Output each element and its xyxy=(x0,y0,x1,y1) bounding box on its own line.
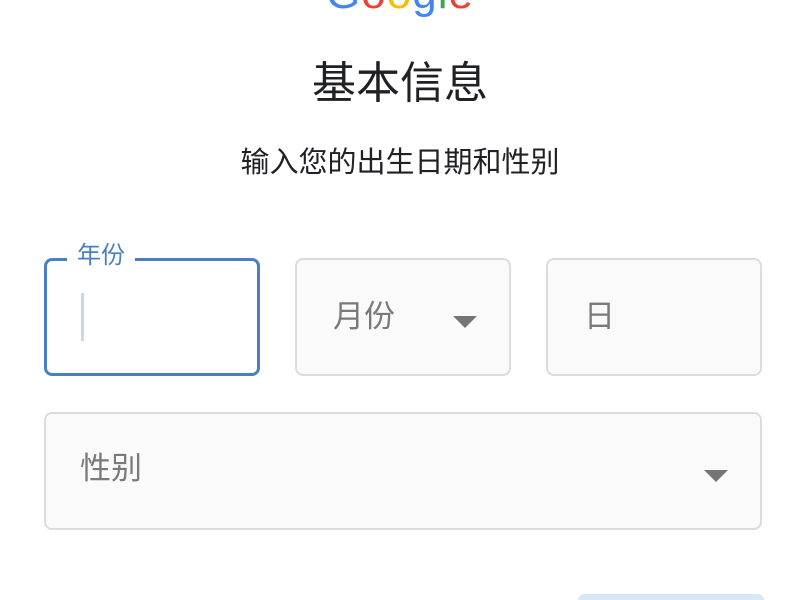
dropdown-arrow-icon xyxy=(704,470,728,482)
page-title: 基本信息 xyxy=(312,58,488,109)
dropdown-arrow-icon xyxy=(453,316,477,328)
logo-letter: l xyxy=(438,0,449,18)
logo-letter: e xyxy=(448,0,473,18)
logo-letter: G xyxy=(326,0,361,18)
basic-info-page: Google 基本信息 输入您的出生日期和性别 年份 月份 日 性别 xyxy=(0,0,800,600)
year-label: 年份 xyxy=(67,235,135,275)
month-select[interactable]: 月份 xyxy=(295,258,511,376)
gender-select[interactable]: 性别 xyxy=(44,412,762,530)
google-logo: Google xyxy=(326,0,476,18)
logo-letter: o xyxy=(361,0,386,18)
day-placeholder: 日 xyxy=(584,299,615,335)
page-subtitle: 输入您的出生日期和性别 xyxy=(240,145,560,179)
gender-placeholder: 性别 xyxy=(80,451,142,487)
day-field[interactable]: 日 xyxy=(546,258,762,376)
year-field[interactable]: 年份 xyxy=(44,235,260,376)
next-button[interactable] xyxy=(578,594,764,600)
logo-letter: o xyxy=(387,0,412,18)
month-placeholder: 月份 xyxy=(333,299,395,335)
text-cursor xyxy=(81,293,84,341)
logo-letter: g xyxy=(412,0,437,18)
